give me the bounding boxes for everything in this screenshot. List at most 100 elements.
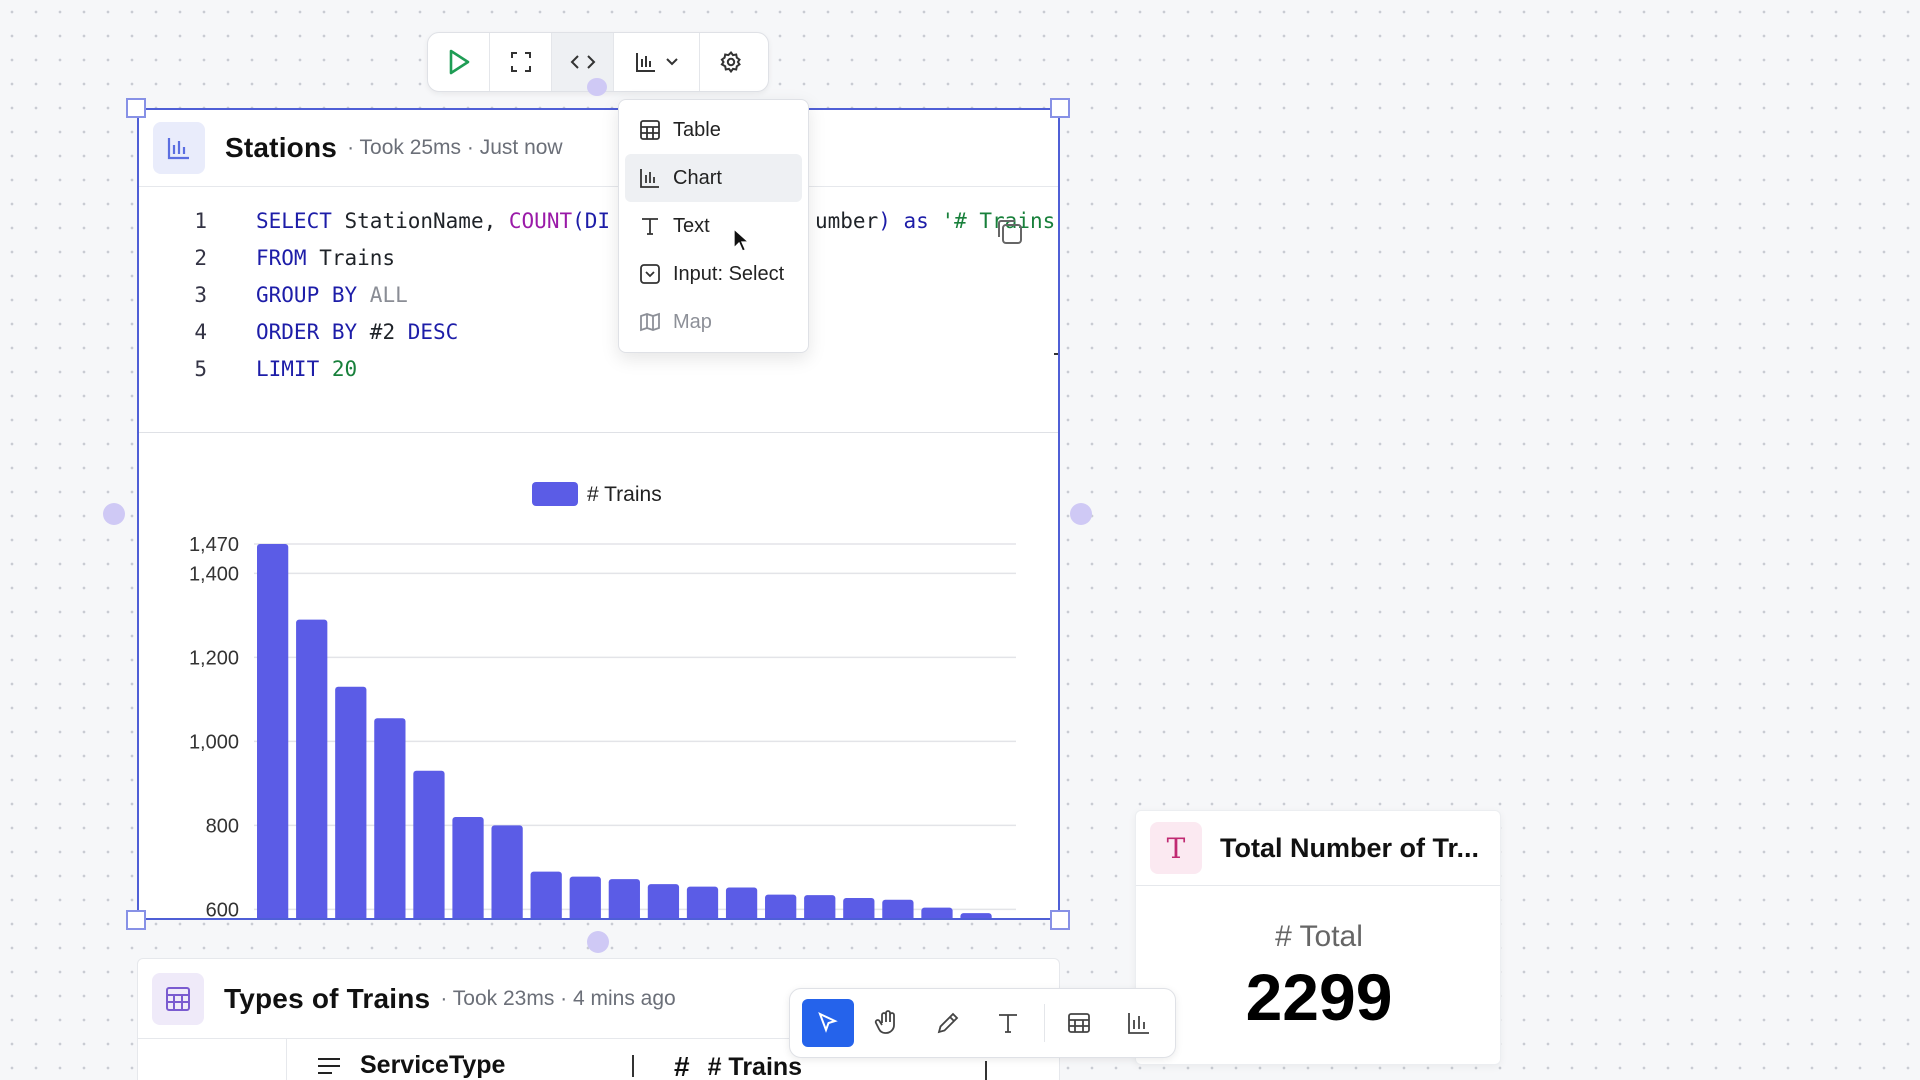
- cell-title[interactable]: Total Number of Tr...: [1220, 833, 1479, 864]
- table-icon: [1068, 1013, 1090, 1033]
- cell-title[interactable]: Stations: [225, 132, 337, 164]
- text-tool-button[interactable]: [982, 999, 1034, 1047]
- code-token: SELECT: [256, 208, 345, 233]
- bar: [335, 686, 367, 918]
- text-lines-icon: [318, 1057, 340, 1074]
- code-token: GROUP BY: [256, 282, 370, 307]
- column-header-servicetype[interactable]: ServiceType: [316, 1051, 505, 1080]
- bar: [491, 825, 523, 918]
- legend-swatch: [532, 482, 578, 506]
- y-tick-label: 600: [206, 899, 239, 918]
- text-cell-icon: T: [1150, 822, 1202, 874]
- column-resize-handle[interactable]: [632, 1055, 634, 1077]
- bar: [452, 816, 484, 918]
- line-number: 2: [194, 245, 207, 270]
- y-tick-label: 800: [206, 815, 239, 837]
- code-line[interactable]: 3 GROUP BY ALL: [139, 276, 408, 313]
- settings-button[interactable]: [700, 33, 762, 91]
- connector-handle-top[interactable]: [587, 78, 607, 96]
- code-token: as: [903, 208, 942, 233]
- fullscreen-button[interactable]: [490, 33, 552, 91]
- legend-label: # Trains: [587, 483, 662, 506]
- hand-icon: [874, 1010, 895, 1034]
- code-line[interactable]: 5 LIMIT 20: [139, 350, 357, 387]
- expand-icon: [510, 52, 531, 72]
- column-label: # Trains: [707, 1052, 803, 1080]
- table-cell-icon: [152, 972, 204, 1025]
- menu-item-table[interactable]: Table: [625, 106, 802, 154]
- bar: [725, 887, 758, 918]
- divider: [1044, 1004, 1045, 1042]
- resize-handle-top-left[interactable]: [126, 98, 146, 118]
- cell-title[interactable]: Types of Trains: [224, 983, 430, 1015]
- divider: [139, 432, 1058, 433]
- bar: [257, 544, 289, 918]
- code-line[interactable]: 2 FROM Trains: [139, 239, 395, 276]
- code-token: FROM: [256, 245, 320, 270]
- text-tool-icon: [999, 1014, 1017, 1033]
- menu-item-map[interactable]: Map: [625, 298, 802, 346]
- bar: [882, 899, 914, 918]
- column-resize-handle[interactable]: [985, 1061, 987, 1080]
- resize-handle-bottom-left[interactable]: [126, 910, 146, 930]
- line-number: 4: [194, 319, 207, 344]
- bar: [296, 619, 328, 918]
- bar: [843, 898, 875, 918]
- menu-item-label: Text: [673, 214, 710, 237]
- resize-handle-bottom-right[interactable]: [1050, 910, 1070, 930]
- chart-type-dropdown-button[interactable]: [614, 33, 700, 91]
- bar-chart: # Trains5086008001,0001,2001,4001,470Utr…: [189, 482, 1016, 918]
- chart-cell-icon: [153, 122, 205, 174]
- checkbox-icon: [640, 264, 660, 284]
- chevron-down-icon: [665, 58, 678, 66]
- copy-icon[interactable]: [993, 215, 1027, 254]
- code-token: 20: [331, 356, 358, 381]
- run-button[interactable]: [428, 33, 490, 91]
- editor-scrollbar[interactable]: [1054, 353, 1058, 355]
- menu-item-input-select[interactable]: Input: Select: [625, 250, 802, 298]
- hand-tool-button[interactable]: [862, 999, 914, 1047]
- code-token: DESC: [407, 319, 459, 344]
- table-tool-button[interactable]: [1053, 999, 1105, 1047]
- gear-icon: [720, 50, 741, 74]
- metric-value: 2299: [1245, 960, 1393, 1034]
- table-icon: [166, 986, 190, 1011]
- sql-editor[interactable]: 1 SELECT StationName, COUNT (DI 2 FROM Train…: [139, 188, 1058, 442]
- connector-handle-left[interactable]: [103, 503, 125, 525]
- chart-tool-button[interactable]: [1113, 999, 1165, 1047]
- y-tick-label: 1,200: [189, 647, 239, 669]
- menu-item-chart[interactable]: Chart: [625, 154, 802, 202]
- menu-item-label: Table: [673, 118, 721, 141]
- connector-handle-bottom[interactable]: [587, 931, 609, 953]
- bar: [530, 871, 562, 918]
- menu-item-text[interactable]: Text: [625, 202, 802, 250]
- bar-chart-icon: [1128, 1013, 1149, 1034]
- column-header-trains[interactable]: # # Trains: [674, 1051, 802, 1080]
- pencil-icon: [937, 1012, 959, 1034]
- menu-item-label: Map: [673, 310, 712, 333]
- pointer-tool-button[interactable]: [802, 999, 854, 1047]
- bar-chart-icon: [640, 169, 659, 188]
- menu-item-label: Input: Select: [673, 262, 785, 285]
- code-token: (DI: [572, 208, 611, 233]
- code-token: ): [878, 208, 904, 233]
- line-number: 3: [194, 282, 207, 307]
- code-token: umber: [815, 208, 879, 233]
- code-line[interactable]: 1 SELECT StationName, COUNT (DI: [139, 202, 610, 239]
- resize-handle-top-right[interactable]: [1050, 98, 1070, 118]
- bar: [569, 876, 601, 918]
- cell-run-meta: · Took 25ms · Just now: [347, 136, 563, 159]
- bar: [647, 884, 680, 918]
- column-label: ServiceType: [360, 1051, 506, 1079]
- connector-handle-right[interactable]: [1070, 503, 1092, 525]
- chart-type-menu: Table Chart Text Input: Select Map: [618, 99, 809, 353]
- cell-header: T Total Number of Tr...: [1136, 811, 1500, 886]
- stations-cell[interactable]: Stations · Took 25ms · Just now 1 SELECT …: [137, 108, 1060, 920]
- metric-label: # Total: [1275, 920, 1363, 953]
- code-line[interactable]: 4 ORDER BY #2 DESC: [139, 313, 458, 350]
- code-token: #2: [369, 319, 408, 344]
- code-token: ALL: [369, 282, 408, 307]
- pencil-tool-button[interactable]: [922, 999, 974, 1047]
- total-trains-cell[interactable]: T Total Number of Tr... # Total 2299: [1135, 810, 1501, 1065]
- canvas-tools: [789, 988, 1176, 1058]
